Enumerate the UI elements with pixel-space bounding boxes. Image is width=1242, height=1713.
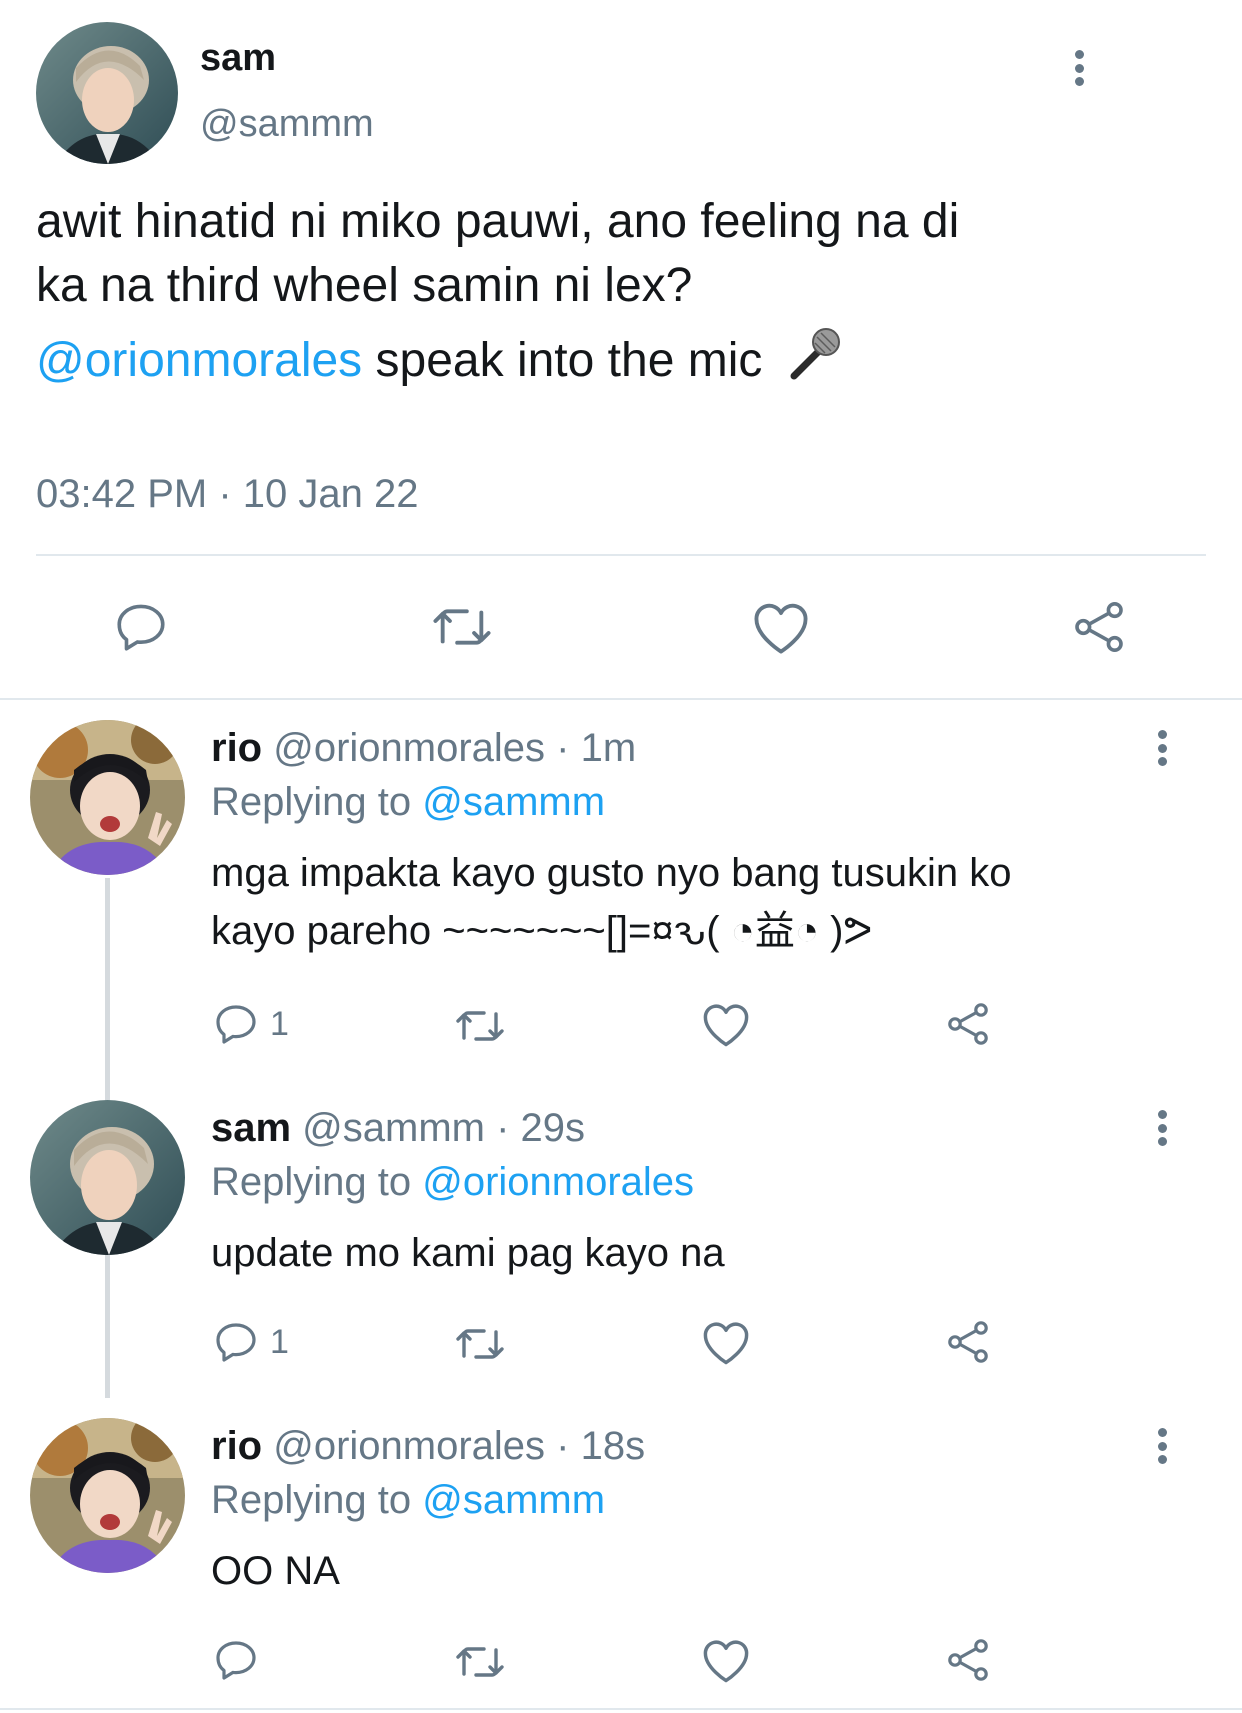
reply-text-line-1: mga impakta kayo gusto nyo bang tusukin … (211, 851, 1012, 895)
replying-to-line: Replying to @sammm (211, 778, 605, 826)
like-icon[interactable] (700, 1636, 752, 1684)
reply-2-header: sam @sammm · 29s (211, 1104, 585, 1152)
reply-button[interactable]: 1 (212, 1318, 289, 1366)
bottom-divider (0, 1708, 1242, 1710)
more-options-icon[interactable] (1156, 730, 1168, 766)
reply-count: 1 (270, 1322, 289, 1361)
reply-author-name[interactable]: rio (211, 726, 262, 770)
timestamp-divider (36, 554, 1206, 556)
reply-text: OO NA (211, 1542, 340, 1600)
retweet-icon[interactable] (452, 1638, 508, 1686)
replying-to-line: Replying to @orionmorales (211, 1158, 694, 1206)
retweet-icon[interactable] (428, 598, 496, 656)
avatar-rio[interactable] (30, 720, 185, 875)
reply-handle-time[interactable]: @orionmorales · 1m (262, 726, 636, 770)
retweet-icon[interactable] (452, 1002, 508, 1050)
microphone-icon (786, 326, 842, 399)
reply-text: mga impakta kayo gusto nyo bang tusukin … (211, 844, 1011, 960)
reply-author-name[interactable]: rio (211, 1424, 262, 1468)
tweet-text-line-2: ka na third wheel samin ni lex? (36, 259, 693, 312)
reply-icon[interactable] (112, 598, 170, 656)
like-icon[interactable] (750, 598, 812, 656)
like-icon[interactable] (700, 1318, 752, 1366)
reply-text-line-1: OO NA (211, 1549, 340, 1593)
author-name[interactable]: sam (200, 36, 276, 80)
reply-count: 1 (270, 1004, 289, 1043)
reply-1-header: rio @orionmorales · 1m (211, 724, 636, 772)
reply-handle-time[interactable]: @sammm · 29s (291, 1106, 585, 1150)
share-icon[interactable] (1070, 598, 1128, 656)
share-icon[interactable] (944, 1318, 992, 1366)
share-icon[interactable] (944, 1636, 992, 1684)
tweet-timestamp[interactable]: 03:42 PM · 10 Jan 22 (36, 470, 418, 518)
replying-to-label: Replying to (211, 1160, 423, 1204)
tweet-text-tail: speak into the mic (362, 334, 763, 387)
mention-link[interactable]: @orionmorales (36, 334, 362, 387)
like-icon[interactable] (700, 1000, 752, 1048)
more-options-icon[interactable] (1156, 1110, 1168, 1146)
share-icon[interactable] (944, 1000, 992, 1048)
avatar-sam[interactable] (36, 22, 178, 164)
avatar-rio[interactable] (30, 1418, 185, 1573)
tweet-text-line-3: @orionmorales speak into the mic (36, 326, 1216, 399)
reply-button[interactable]: 1 (212, 1000, 289, 1048)
replying-to-line: Replying to @sammm (211, 1476, 605, 1524)
avatar-sam[interactable] (30, 1100, 185, 1255)
author-handle[interactable]: @sammm (200, 102, 374, 146)
main-tweet-divider (0, 698, 1242, 700)
reply-author-name[interactable]: sam (211, 1106, 291, 1150)
replying-to-link[interactable]: @sammm (422, 1478, 605, 1522)
tweet-text: awit hinatid ni miko pauwi, ano feeling … (36, 190, 1216, 399)
reply-text: update mo kami pag kayo na (211, 1224, 725, 1282)
reply-handle-time[interactable]: @orionmorales · 18s (262, 1424, 645, 1468)
replying-to-label: Replying to (211, 780, 423, 824)
reply-icon (216, 1323, 256, 1362)
reply-3-header: rio @orionmorales · 18s (211, 1422, 645, 1470)
retweet-icon[interactable] (452, 1320, 508, 1368)
more-options-icon[interactable] (1156, 1428, 1168, 1464)
reply-icon (216, 1641, 256, 1680)
replying-to-link[interactable]: @sammm (422, 780, 605, 824)
tweet-text-line-1: awit hinatid ni miko pauwi, ano feeling … (36, 195, 960, 248)
reply-text-line-2: kayo pareho ~~~~~~~[]=¤ԅ( ◔益◔ )ᕗ (211, 909, 873, 953)
replying-to-label: Replying to (211, 1478, 423, 1522)
reply-text-line-1: update mo kami pag kayo na (211, 1231, 725, 1275)
replying-to-link[interactable]: @orionmorales (422, 1160, 694, 1204)
reply-button[interactable] (212, 1636, 270, 1684)
more-options-icon[interactable] (1073, 50, 1085, 86)
reply-icon (216, 1005, 256, 1044)
